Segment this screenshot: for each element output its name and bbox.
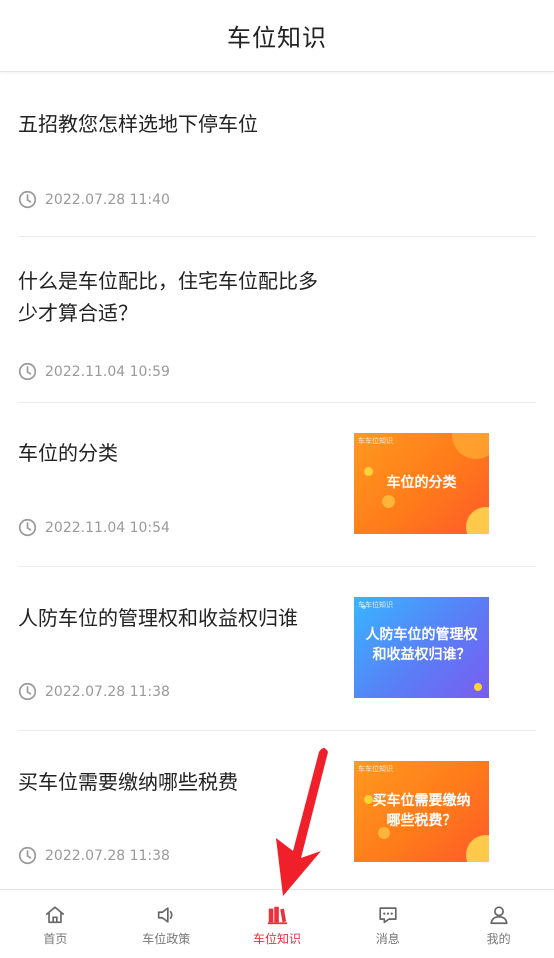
thumbnail-caption-line-2: 哪些税费？ — [386, 813, 457, 829]
article-time: 2022.07.28 11:38 — [45, 847, 170, 864]
clock-icon — [18, 362, 37, 381]
thumbnail-caption-line-2: 和收益权归谁？ — [372, 647, 471, 663]
list-item[interactable]: 车位的分类 2022.11.04 10:54 车车位知识 车位的分类 — [18, 403, 536, 567]
article-meta: 2022.07.28 11:38 — [18, 682, 170, 701]
thumbnail-tag: 车车位知识 — [358, 437, 393, 445]
decor-dot — [474, 683, 482, 691]
home-icon — [46, 906, 65, 924]
article-thumbnail[interactable]: 车车位知识 人防车位的管理权 和收益权归谁？ — [354, 597, 489, 698]
list-item[interactable]: 买车位需要缴纳哪些税费 2022.07.28 11:38 车车位知识 买车位需要… — [18, 731, 536, 889]
article-thumbnail[interactable]: 车车位知识 买车位需要缴纳 哪些税费？ — [354, 761, 489, 862]
decor-dot — [362, 605, 366, 609]
tab-home[interactable]: 首页 — [0, 890, 111, 958]
article-time: 2022.07.28 11:40 — [45, 191, 170, 208]
article-meta: 2022.07.28 11:38 — [18, 846, 170, 865]
tab-label: 消息 — [375, 932, 400, 946]
article-time: 2022.11.04 10:54 — [45, 519, 170, 536]
thumbnail-caption-line-1: 买车位需要缴纳 — [372, 793, 471, 809]
article-title-line-1: 什么是车位配比，住宅车位配比多 — [18, 269, 318, 293]
article-meta: 2022.11.04 10:59 — [18, 362, 170, 381]
message-icon — [379, 907, 397, 924]
top-bar: 车位知识 — [0, 0, 554, 72]
article-thumbnail[interactable]: 车车位知识 车位的分类 — [354, 433, 489, 534]
tab-profile[interactable]: 我的 — [443, 890, 554, 958]
thumbnail-caption-line-1: 人防车位的管理权 — [365, 627, 478, 643]
user-icon — [489, 906, 508, 925]
article-title: 人防车位的管理权和收益权归谁 — [18, 606, 298, 630]
list-item[interactable]: 什么是车位配比，住宅车位配比多 少才算合适？ 2022.11.04 10:59 — [18, 237, 536, 403]
bottom-tab-bar: 首页 车位政策 车位知识 消息 我的 — [0, 889, 554, 958]
page-title: 车位知识 — [227, 24, 327, 52]
tab-label: 我的 — [486, 932, 511, 946]
article-title: 买车位需要缴纳哪些税费 — [18, 770, 238, 794]
tab-policy[interactable]: 车位政策 — [111, 890, 222, 958]
clock-icon — [18, 846, 37, 865]
article-title: 五招教您怎样选地下停车位 — [18, 112, 258, 136]
article-time: 2022.11.04 10:59 — [45, 363, 170, 380]
tab-messages[interactable]: 消息 — [332, 890, 443, 958]
article-title: 车位的分类 — [18, 441, 118, 465]
clock-icon — [18, 518, 37, 537]
clock-icon — [18, 682, 37, 701]
list-item[interactable]: 人防车位的管理权和收益权归谁 2022.07.28 11:38 车车位知识 人防… — [18, 567, 536, 731]
thumbnail-tag: 车车位知识 — [358, 765, 393, 773]
decor-dot — [382, 495, 395, 508]
article-title-line-2: 少才算合适？ — [18, 301, 138, 325]
article-time: 2022.07.28 11:38 — [45, 683, 170, 700]
tab-label: 车位知识 — [252, 932, 301, 946]
tab-label: 车位政策 — [142, 932, 191, 946]
clock-icon — [18, 190, 37, 209]
tab-label: 首页 — [43, 932, 68, 946]
tab-knowledge[interactable]: 车位知识 — [222, 890, 333, 958]
decor-blob — [452, 433, 489, 459]
article-meta: 2022.07.28 11:40 — [18, 190, 170, 209]
list-item[interactable]: 五招教您怎样选地下停车位 2022.07.28 11:40 — [18, 72, 536, 237]
book-icon — [267, 906, 288, 925]
megaphone-icon — [158, 907, 173, 923]
article-meta: 2022.11.04 10:54 — [18, 518, 170, 537]
thumbnail-caption: 车位的分类 — [386, 475, 457, 491]
decor-blob — [466, 507, 489, 534]
decor-blob — [466, 835, 489, 862]
